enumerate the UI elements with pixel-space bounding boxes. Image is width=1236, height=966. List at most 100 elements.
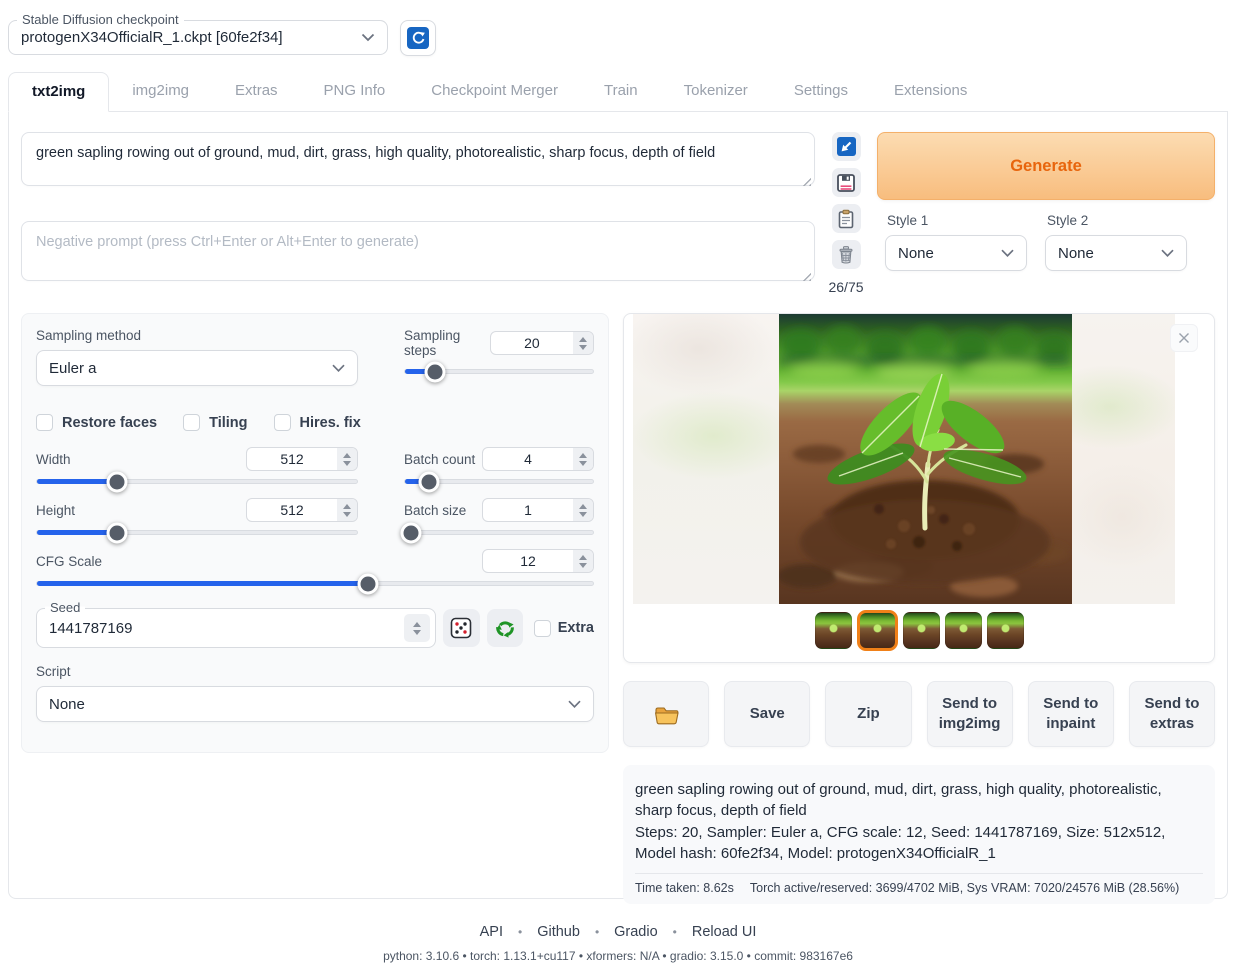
send-to-inpaint-button[interactable]: Send to inpaint [1028,681,1114,747]
tab-png-info[interactable]: PNG Info [301,72,409,111]
generate-button[interactable]: Generate [877,132,1215,200]
refresh-checkpoint-button[interactable] [400,20,436,56]
prompt-input[interactable]: green sapling rowing out of ground, mud,… [21,132,815,186]
open-folder-button[interactable] [623,681,709,747]
send-to-extras-button[interactable]: Send to extras [1129,681,1215,747]
chevron-down-icon [361,33,375,42]
stepper-arrows[interactable] [337,499,357,521]
slider-knob[interactable] [419,471,440,492]
height-label: Height [36,503,75,518]
slider-knob[interactable] [357,573,378,594]
stepper-arrows[interactable] [573,499,593,521]
tab-settings[interactable]: Settings [771,72,871,111]
gallery-thumbnail-4[interactable] [945,612,982,649]
style1-label: Style 1 [887,213,1027,228]
save-button[interactable]: Save [724,681,810,747]
slider-knob[interactable] [400,522,421,543]
txt2img-panel: green sapling rowing out of ground, mud,… [8,112,1228,899]
close-icon [1178,332,1190,344]
sampling-method-dropdown[interactable]: Euler a [36,350,358,386]
slider-knob[interactable] [107,471,128,492]
style1-value: None [898,245,934,262]
arrow-down-left-icon [836,136,857,157]
width-slider[interactable] [36,479,358,484]
hires-fix-checkbox[interactable] [274,414,291,431]
send-to-img2img-button[interactable]: Send to img2img [927,681,1013,747]
stepper-arrows[interactable] [404,614,430,642]
footer-link-reload-ui[interactable]: Reload UI [692,924,756,940]
clear-prompt-button[interactable] [832,240,861,269]
gallery-blur-left [633,314,779,604]
recycle-icon [494,617,516,639]
footer-link-github[interactable]: Github [537,924,580,940]
gallery-thumbnail-2-selected[interactable] [857,610,898,651]
batch-count-slider[interactable] [404,479,594,484]
restore-faces-checkbox[interactable] [36,414,53,431]
paste-params-button[interactable] [832,132,861,161]
tab-checkpoint-merger[interactable]: Checkpoint Merger [408,72,581,111]
checkpoint-row: Stable Diffusion checkpoint protogenX34O… [0,0,1236,56]
tab-txt2img[interactable]: txt2img [8,72,109,112]
batch-size-input[interactable]: 1 [482,498,594,522]
style2-value: None [1058,245,1094,262]
style2-dropdown[interactable]: None [1045,235,1187,271]
cfg-scale-label: CFG Scale [36,554,102,569]
tab-tokenizer[interactable]: Tokenizer [661,72,771,111]
footer-link-gradio[interactable]: Gradio [614,924,658,940]
tiling-label: Tiling [209,415,247,431]
cfg-scale-input[interactable]: 12 [482,549,594,573]
stepper-arrows[interactable] [573,448,593,470]
checkpoint-value: protogenX34OfficialR_1.ckpt [60fe2f34] [21,29,283,46]
batch-count-label: Batch count [404,452,475,467]
chevron-down-icon [332,364,345,372]
tab-extensions[interactable]: Extensions [871,72,990,111]
tiling-checkbox[interactable] [183,414,200,431]
close-gallery-button[interactable] [1170,324,1198,352]
sampling-method-label: Sampling method [36,328,358,343]
gallery-thumbnail-5[interactable] [987,612,1024,649]
save-style-button[interactable] [832,168,861,197]
gallery-thumbnail-3[interactable] [903,612,940,649]
style1-dropdown[interactable]: None [885,235,1027,271]
extra-seed-label: Extra [558,620,594,636]
stepper-arrows[interactable] [573,550,593,572]
clipboard-icon [836,209,856,229]
reuse-seed-button[interactable] [487,609,524,647]
width-input[interactable]: 512 [246,447,358,471]
generation-params-panel: Sampling method Euler a Sampling steps 2… [21,313,609,753]
zip-button[interactable]: Zip [825,681,911,747]
checkpoint-dropdown[interactable]: Stable Diffusion checkpoint protogenX34O… [8,20,388,55]
apply-style-button[interactable] [832,204,861,233]
batch-count-input[interactable]: 4 [482,447,594,471]
footer: API • Github • Gradio • Reload UI python… [0,923,1236,963]
script-label: Script [36,664,594,679]
stepper-arrows[interactable] [337,448,357,470]
stepper-arrows[interactable] [573,332,593,354]
chevron-down-icon [1161,249,1174,257]
batch-size-slider[interactable] [404,530,594,535]
tab-extras[interactable]: Extras [212,72,301,111]
slider-knob[interactable] [425,361,446,382]
gallery-thumbnail-1[interactable] [815,612,852,649]
tab-train[interactable]: Train [581,72,661,111]
slider-knob[interactable] [107,522,128,543]
tab-img2img[interactable]: img2img [109,72,212,111]
dice-icon [450,617,472,639]
generated-image[interactable] [779,314,1072,604]
height-input[interactable]: 512 [246,498,358,522]
height-slider[interactable] [36,530,358,535]
cfg-scale-slider[interactable] [36,581,594,586]
hires-fix-label: Hires. fix [300,415,361,431]
negative-prompt-input[interactable] [21,221,815,281]
main-tabbar: txt2img img2img Extras PNG Info Checkpoi… [8,72,1228,112]
footer-link-api[interactable]: API [480,924,503,940]
restore-faces-label: Restore faces [62,415,157,431]
random-seed-button[interactable] [443,609,480,647]
sampling-steps-slider[interactable] [404,369,594,374]
seed-input[interactable]: Seed 1441787169 [36,608,436,648]
script-dropdown[interactable]: None [36,686,594,722]
extra-seed-checkbox[interactable] [534,620,550,637]
seed-label: Seed [45,600,85,615]
generation-info-panel: green sapling rowing out of ground, mud,… [623,765,1215,904]
sampling-steps-input[interactable]: 20 [490,331,594,355]
